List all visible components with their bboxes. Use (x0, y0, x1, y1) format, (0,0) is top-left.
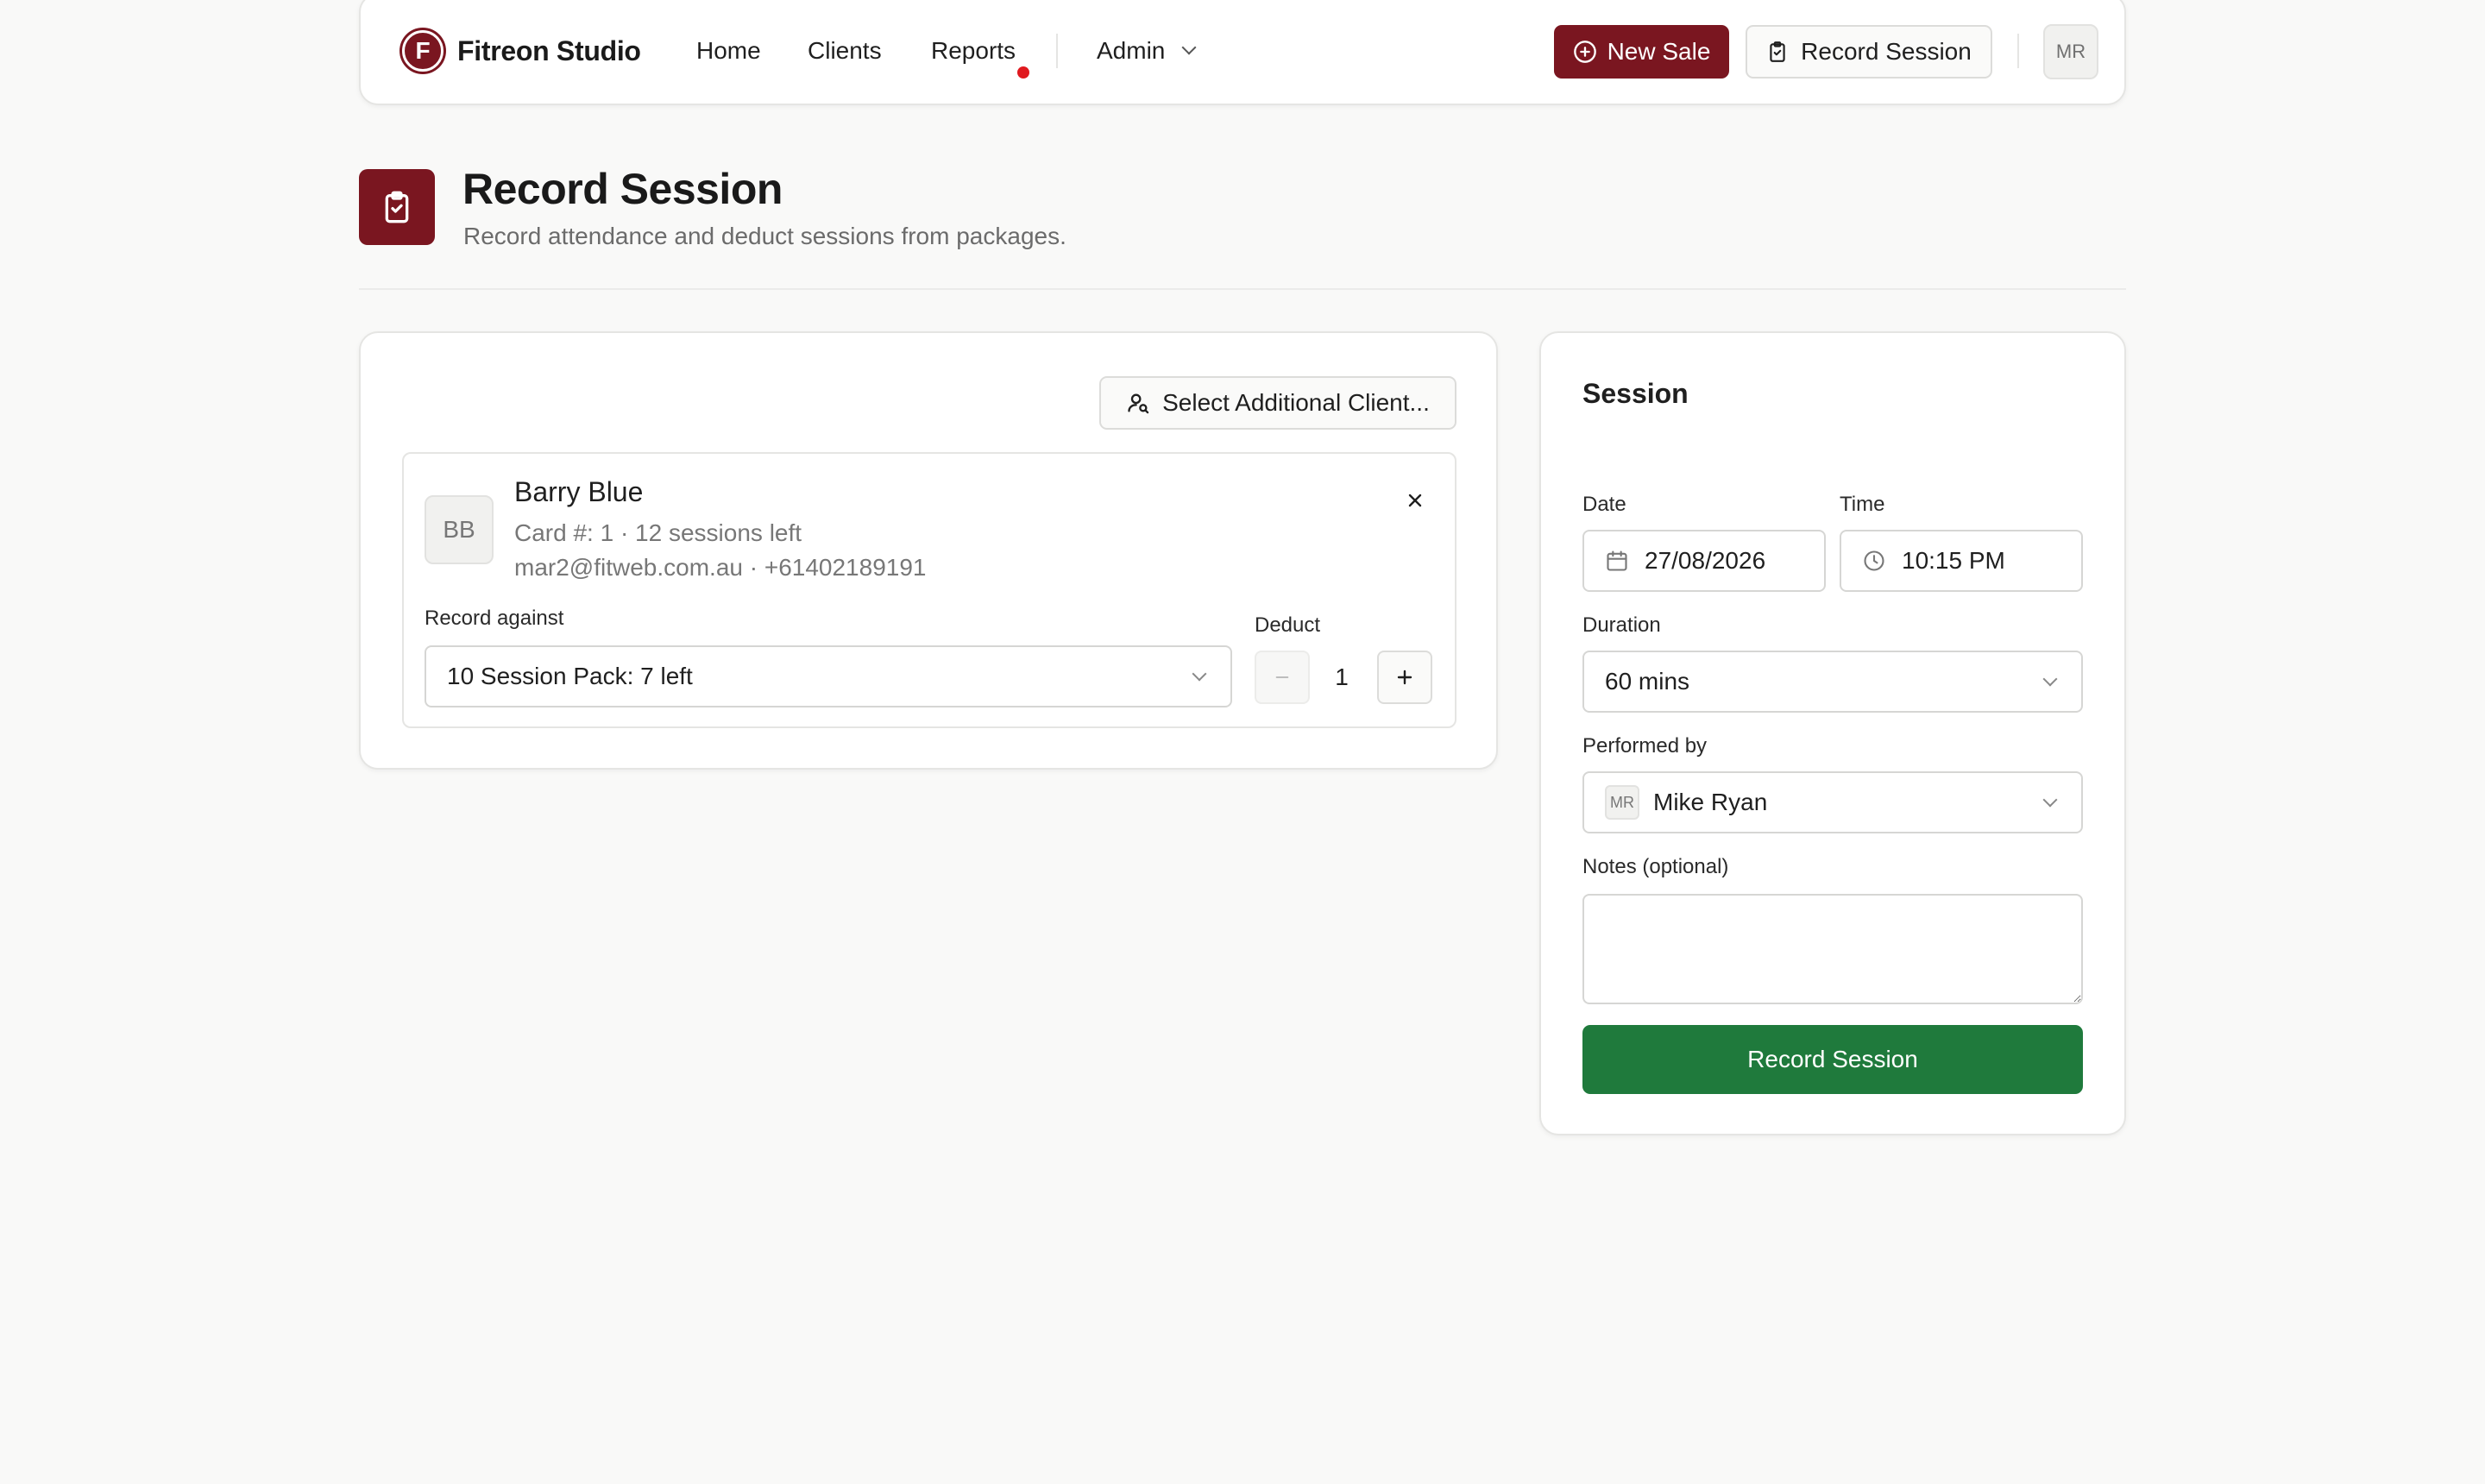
record-session-submit-label: Record Session (1747, 1046, 1918, 1072)
brand[interactable]: F Fitreon Studio (402, 0, 641, 107)
date-value: 27/08/2026 (1645, 547, 1766, 574)
client-entry: BB Barry Blue Card #: 1 · 12 sessions le… (402, 452, 1456, 728)
record-session-nav-button[interactable]: Record Session (1746, 25, 1992, 79)
close-icon (1405, 490, 1425, 511)
duration-label: Duration (1582, 613, 1661, 637)
session-panel-title: Session (1582, 378, 1689, 409)
brand-logo-icon: F (402, 30, 444, 72)
clock-icon (1862, 549, 1886, 573)
minus-icon (1273, 668, 1292, 687)
page-clipboard-check-icon (359, 169, 435, 245)
time-label: Time (1840, 493, 1885, 516)
chevron-down-icon (1192, 666, 1207, 682)
record-against-label: Record against (425, 607, 564, 630)
notes-label: Notes (optional) (1582, 855, 1729, 878)
notification-dot (1017, 66, 1030, 79)
clipboard-check-icon (1766, 41, 1789, 63)
nav-link-reports-label: Reports (931, 37, 1030, 79)
notes-textarea[interactable] (1582, 894, 2083, 1004)
staff-avatar: MR (1605, 785, 1639, 820)
client-contact: mar2@fitweb.com.au · +61402189191 (514, 554, 927, 581)
nav-link-clients-label: Clients (808, 37, 882, 64)
header-divider (359, 288, 2126, 290)
session-panel: Session Date 27/08/2026 Time 10:15 PM Du… (1539, 331, 2126, 1135)
date-label: Date (1582, 493, 1626, 516)
clients-panel: Select Additional Client... BB Barry Blu… (359, 331, 1498, 770)
record-session-submit-button[interactable]: Record Session (1582, 1025, 2083, 1094)
duration-select[interactable]: 60 mins (1582, 651, 2083, 713)
performed-by-value: Mike Ryan (1653, 789, 1768, 815)
time-field[interactable]: 10:15 PM (1840, 530, 2083, 592)
user-search-icon (1126, 391, 1150, 415)
nav-link-reports-text: Reports (931, 37, 1016, 64)
performed-by-label: Performed by (1582, 734, 1708, 758)
nav-link-admin-label: Admin (1097, 37, 1166, 64)
nav-divider (2017, 34, 2019, 68)
deduct-value[interactable]: 1 (1320, 651, 1363, 704)
brand-name: Fitreon Studio (457, 35, 641, 66)
select-additional-client-button[interactable]: Select Additional Client... (1099, 376, 1456, 430)
chevron-down-icon (1181, 40, 1197, 55)
plus-circle-icon (1573, 40, 1597, 64)
nav-link-home[interactable]: Home (696, 0, 761, 107)
nav-link-reports[interactable]: Reports (931, 0, 1030, 107)
nav-divider (1056, 34, 1058, 68)
client-name: Barry Blue (514, 476, 644, 507)
nav-link-clients[interactable]: Clients (808, 0, 882, 107)
user-avatar[interactable]: MR (2043, 24, 2098, 79)
record-against-select[interactable]: 10 Session Pack: 7 left (425, 645, 1232, 707)
chevron-down-icon (2042, 671, 2058, 687)
calendar-icon (1605, 549, 1629, 573)
record-against-value: 10 Session Pack: 7 left (447, 663, 693, 689)
deduct-decrement-button[interactable] (1255, 651, 1310, 704)
client-avatar: BB (425, 495, 494, 564)
page-subtitle: Record attendance and deduct sessions fr… (463, 223, 1066, 249)
record-session-nav-label: Record Session (1801, 38, 1972, 65)
duration-value: 60 mins (1605, 668, 1690, 695)
nav-link-home-label: Home (696, 37, 761, 64)
deduct-increment-button[interactable] (1377, 651, 1432, 704)
plus-icon (1394, 667, 1415, 688)
new-sale-label: New Sale (1607, 38, 1711, 65)
top-navigation-bar: F Fitreon Studio Home Clients Reports Ad… (359, 0, 2126, 105)
new-sale-button[interactable]: New Sale (1554, 25, 1729, 79)
nav-link-admin[interactable]: Admin (1097, 0, 1197, 107)
date-field[interactable]: 27/08/2026 (1582, 530, 1826, 592)
page-title: Record Session (462, 165, 783, 213)
deduct-label: Deduct (1255, 613, 1321, 637)
chevron-down-icon (2042, 792, 2058, 808)
client-card-info: Card #: 1 · 12 sessions left (514, 519, 802, 546)
remove-client-button[interactable] (1396, 481, 1434, 519)
time-value: 10:15 PM (1902, 547, 2005, 574)
performed-by-select[interactable]: MR Mike Ryan (1582, 771, 2083, 833)
select-additional-client-label: Select Additional Client... (1162, 389, 1430, 416)
